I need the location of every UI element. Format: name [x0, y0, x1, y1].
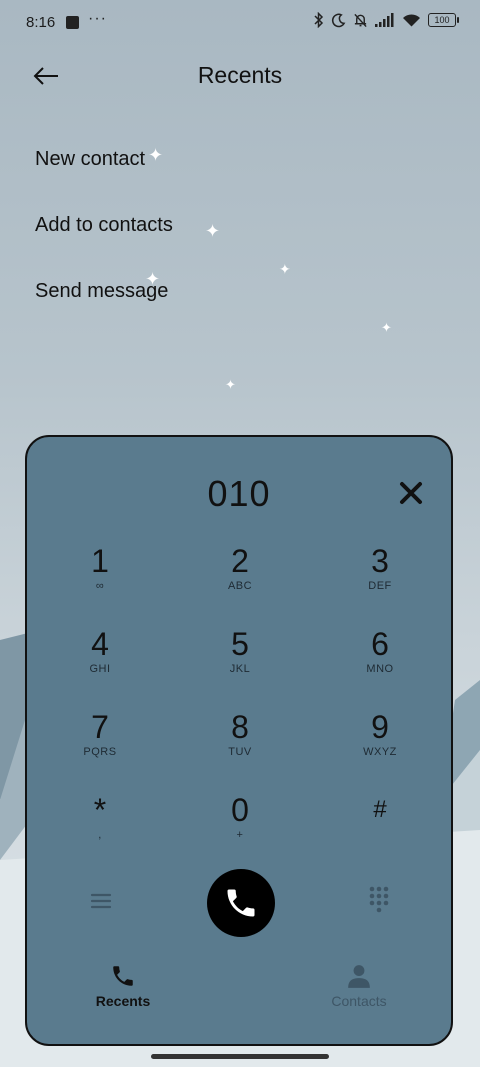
- tab-contacts-label: Contacts: [331, 993, 387, 1009]
- page-title: Recents: [197, 62, 283, 88]
- key-2[interactable]: 2 ABC: [180, 543, 300, 613]
- key-letters: TUV: [228, 746, 252, 758]
- keypad-icon: [369, 886, 389, 913]
- tab-recents-label: Recents: [95, 993, 151, 1009]
- key-letters: +: [236, 829, 244, 841]
- key-digit: 7: [91, 709, 109, 745]
- key-digit: 6: [371, 626, 389, 662]
- phone-icon: [113, 966, 133, 986]
- key-digit: 9: [371, 709, 389, 745]
- key-digit: *: [93, 792, 107, 828]
- key-digit: 1: [91, 543, 109, 579]
- key-digit: 0: [231, 792, 249, 828]
- status-bar: 8:16 ··· 100: [0, 0, 480, 48]
- key-digit: 4: [91, 626, 109, 662]
- phone-icon: [227, 889, 255, 917]
- sparkle-decoration: ✦: [148, 145, 164, 165]
- clear-button[interactable]: [397, 479, 425, 507]
- menu-icon: [90, 893, 112, 909]
- key-digit: #: [373, 796, 387, 823]
- dialer-panel: 010 1 ∞ 2 ABC 3 DEF 4 GHI 5 JKL 6 MNO 7 …: [25, 435, 453, 1046]
- key-letters: JKL: [229, 663, 251, 675]
- key-star[interactable]: * ,: [40, 792, 160, 862]
- tab-recents[interactable]: Recents: [63, 963, 183, 1009]
- key-digit: 3: [371, 543, 389, 579]
- wifi-icon: [403, 14, 420, 27]
- key-8[interactable]: 8 TUV: [180, 709, 300, 779]
- sparkle-decoration: ✦: [381, 320, 392, 335]
- moon-icon: [331, 13, 346, 27]
- key-4[interactable]: 4 GHI: [40, 626, 160, 696]
- key-letters: GHI: [89, 663, 111, 675]
- key-digit: 5: [231, 626, 249, 662]
- close-icon: [400, 482, 422, 504]
- key-1[interactable]: 1 ∞: [40, 543, 160, 613]
- sparkle-decoration: ✦: [225, 377, 236, 392]
- sparkle-decoration: ✦: [279, 261, 291, 277]
- keypad-toggle-button[interactable]: [367, 885, 391, 913]
- send-message-option[interactable]: Send message: [35, 280, 168, 303]
- status-icons: 100: [314, 12, 459, 28]
- key-9[interactable]: 9 WXYZ: [320, 709, 440, 779]
- key-digit: 8: [231, 709, 249, 745]
- key-letters: ABC: [227, 580, 253, 592]
- key-letters: ,: [98, 829, 102, 841]
- new-contact-option[interactable]: New contact: [35, 148, 145, 171]
- key-5[interactable]: 5 JKL: [180, 626, 300, 696]
- key-hash[interactable]: #: [320, 792, 440, 862]
- key-6[interactable]: 6 MNO: [320, 626, 440, 696]
- home-indicator[interactable]: [151, 1054, 329, 1059]
- person-icon: [348, 965, 370, 988]
- status-time: 8:16: [26, 14, 56, 31]
- menu-button[interactable]: [89, 889, 113, 913]
- voicemail-icon: ∞: [95, 580, 105, 592]
- key-letters: DEF: [368, 580, 392, 592]
- sparkle-decoration: ✦: [205, 221, 221, 241]
- key-0[interactable]: 0 +: [180, 792, 300, 862]
- bell-off-icon: [354, 13, 367, 28]
- key-digit: 2: [231, 543, 249, 579]
- add-to-contacts-option[interactable]: Add to contacts: [35, 214, 173, 237]
- key-3[interactable]: 3 DEF: [320, 543, 440, 613]
- bluetooth-icon: [314, 12, 324, 28]
- key-letters: PQRS: [83, 746, 117, 758]
- notification-app-icon: [66, 16, 79, 29]
- key-letters: [320, 828, 440, 842]
- signal-icon: [375, 13, 394, 27]
- dialed-number: 010: [207, 473, 271, 514]
- key-letters: WXYZ: [363, 746, 397, 758]
- tab-contacts[interactable]: Contacts: [299, 963, 419, 1009]
- key-7[interactable]: 7 PQRS: [40, 709, 160, 779]
- key-letters: MNO: [366, 663, 394, 675]
- call-button[interactable]: [207, 869, 275, 937]
- more-notifications-icon: ···: [88, 10, 107, 27]
- battery-icon: 100: [428, 13, 459, 27]
